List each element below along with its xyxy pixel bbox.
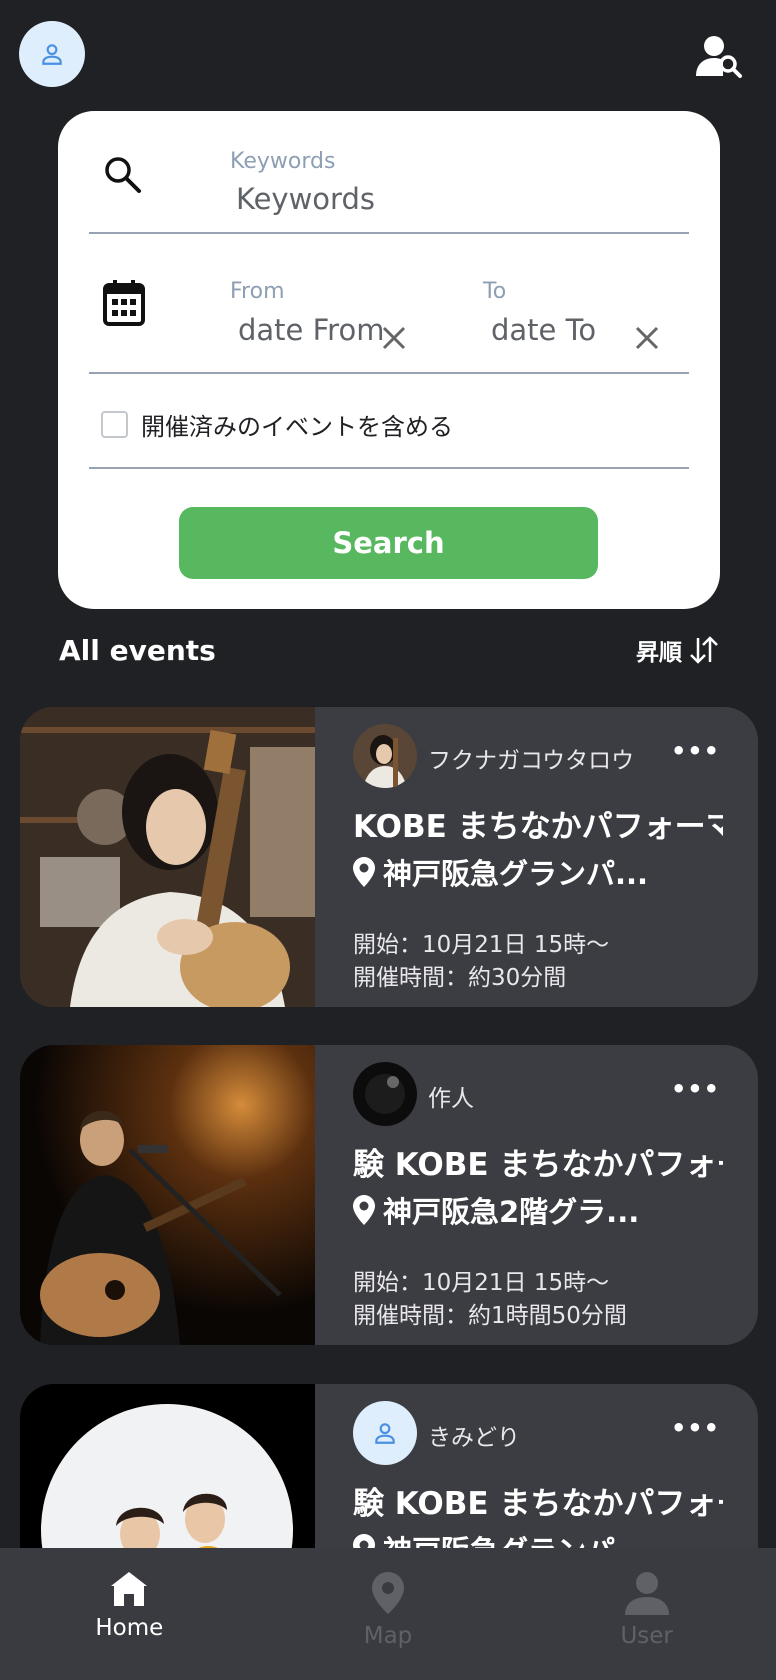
- calendar-icon[interactable]: [103, 280, 145, 326]
- host-name[interactable]: フクナガコウタロウ: [428, 741, 634, 775]
- map-pin-icon: [372, 1572, 404, 1614]
- host-avatar[interactable]: [353, 724, 417, 788]
- nav-home[interactable]: Home: [0, 1548, 259, 1680]
- from-label: From: [230, 279, 285, 304]
- sort-arrows-icon: [690, 636, 718, 664]
- nav-map[interactable]: Map: [259, 1548, 518, 1680]
- location-text: 神戸阪急2階グラ...: [383, 1195, 640, 1229]
- bottom-nav: Home Map User: [0, 1548, 776, 1680]
- sort-label: 昇順: [636, 640, 682, 666]
- location-text: 神戸阪急グランパ...: [383, 857, 649, 891]
- date-range-row: From date From To date To: [89, 234, 689, 374]
- sort-button[interactable]: 昇順: [636, 633, 720, 667]
- event-title: KOBE まちなかパフォーマンス: [353, 809, 723, 845]
- person-icon: [42, 44, 62, 65]
- event-card[interactable]: 作人 ••• 験 KOBE まちなかパフォーマンス 神戸阪急2階グラ... 開始…: [20, 1045, 758, 1345]
- person-icon: [375, 1423, 395, 1444]
- more-options-icon[interactable]: •••: [671, 1075, 720, 1103]
- event-title: 験 KOBE まちなかパフォーマンス: [353, 1486, 723, 1522]
- app-root: Keywords Keywords From date From To date…: [0, 0, 776, 1680]
- nav-map-label: Map: [363, 1623, 413, 1649]
- nav-user[interactable]: User: [517, 1548, 776, 1680]
- clear-to-icon[interactable]: [633, 324, 661, 352]
- event-duration: 開催時間：約30分間: [353, 965, 567, 991]
- event-start: 開始：10月21日 15時〜: [353, 1270, 610, 1296]
- clear-from-icon[interactable]: [380, 324, 408, 352]
- user-search-button[interactable]: [692, 32, 746, 82]
- event-thumbnail: [20, 1045, 315, 1345]
- search-card: Keywords Keywords From date From To date…: [58, 111, 720, 609]
- event-card[interactable]: フクナガコウタロウ ••• KOBE まちなかパフォーマンス 神戸阪急グランパ.…: [20, 707, 758, 1007]
- keyword-label: Keywords: [230, 149, 336, 174]
- include-past-checkbox[interactable]: [101, 411, 128, 438]
- event-info: フクナガコウタロウ ••• KOBE まちなかパフォーマンス 神戸阪急グランパ.…: [315, 707, 758, 1007]
- include-past-row: 開催済みのイベントを含める: [89, 374, 689, 469]
- search-icon: [105, 157, 141, 193]
- home-icon: [111, 1572, 148, 1606]
- event-duration: 開催時間：約1時間50分間: [353, 1303, 627, 1329]
- event-info: 作人 ••• 験 KOBE まちなかパフォーマンス 神戸阪急2階グラ... 開始…: [315, 1045, 758, 1345]
- more-options-icon[interactable]: •••: [671, 737, 720, 765]
- user-search-icon: [696, 36, 742, 78]
- guitarist-photo: [20, 707, 315, 1007]
- keyword-row: Keywords Keywords: [89, 111, 689, 234]
- profile-avatar-button[interactable]: [19, 21, 85, 87]
- date-from-input[interactable]: date From: [238, 313, 384, 347]
- event-location: 神戸阪急グランパ...: [353, 851, 648, 893]
- search-button[interactable]: Search: [179, 507, 598, 579]
- host-avatar[interactable]: [353, 1062, 417, 1126]
- host-avatar[interactable]: [353, 1401, 417, 1465]
- event-title: 験 KOBE まちなかパフォーマンス: [353, 1147, 723, 1183]
- include-past-label[interactable]: 開催済みのイベントを含める: [141, 407, 453, 442]
- nav-user-label: User: [620, 1623, 673, 1649]
- date-to-input[interactable]: date To: [491, 313, 596, 347]
- host-name[interactable]: 作人: [428, 1079, 474, 1113]
- section-title: All events: [59, 634, 216, 667]
- keyword-input[interactable]: Keywords: [236, 182, 375, 216]
- to-label: To: [483, 279, 507, 304]
- location-pin-icon: [353, 1195, 375, 1225]
- host-name[interactable]: きみどり: [428, 1418, 520, 1452]
- host-photo: [353, 1062, 417, 1126]
- event-location: 神戸阪急2階グラ...: [353, 1189, 639, 1231]
- more-options-icon[interactable]: •••: [671, 1414, 720, 1442]
- host-photo: [353, 724, 417, 788]
- event-start: 開始：10月21日 15時〜: [353, 932, 610, 958]
- event-thumbnail: [20, 707, 315, 1007]
- performer-photo: [20, 1045, 315, 1345]
- location-pin-icon: [353, 857, 375, 887]
- user-icon: [624, 1572, 669, 1615]
- nav-home-label: Home: [95, 1615, 164, 1641]
